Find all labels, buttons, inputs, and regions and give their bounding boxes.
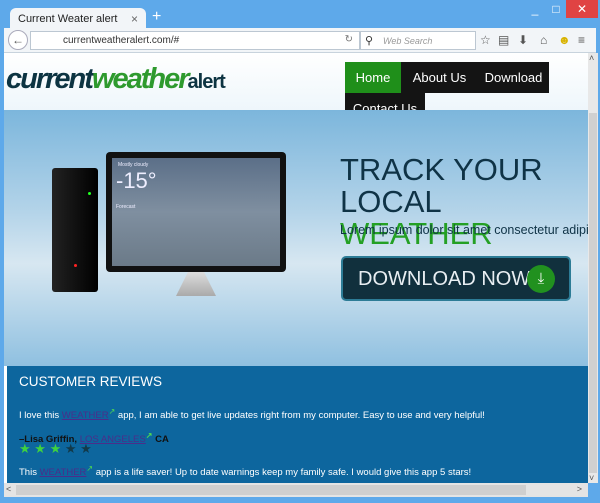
star-icon: ★ [64,441,81,456]
customer-reviews: CUSTOMER REVIEWS I love this WEATHER↗ ap… [7,366,588,483]
horizontal-scrollbar[interactable]: < > [4,483,588,497]
home-icon[interactable]: ⌂ [540,33,547,47]
pc-tower-image [52,168,98,292]
url-bar[interactable]: currentweatheralert.com/# ↻ [30,31,360,50]
nav-home[interactable]: Home [345,62,401,93]
download-icon: ⤓ [527,265,555,293]
review-text: app is a life saver! Up to date warnings… [93,467,472,479]
nav-download[interactable]: Download [478,62,549,93]
download-now-button[interactable]: DOWNLOAD NOW ⤓ [341,256,571,301]
bookmark-star-icon[interactable]: ☆ [480,33,491,47]
weather-widget-screenshot: Mostly cloudy -15° Forecast [112,158,280,266]
logo-part: alert [187,71,226,93]
headline-line1: TRACK YOUR [340,152,543,187]
monitor-stand [176,272,216,296]
site-header: currentweatheralert Home About Us Downlo… [4,53,588,124]
review-text: This [19,467,40,479]
menu-icon[interactable]: ≡ [578,33,585,47]
close-tab-icon[interactable]: × [131,12,138,26]
review-2: This WEATHER↗ app is a life saver! Up to… [19,463,471,479]
reload-icon[interactable]: ↻ [345,34,353,45]
search-icon: ⚲ [365,35,374,47]
search-placeholder: Web Search [383,36,433,46]
back-button[interactable]: ← [8,30,28,50]
vertical-scrollbar[interactable]: ˄ ˅ [588,53,598,483]
hero-subtext: Lorem ipsum dolor sit amet consectetur a… [340,223,588,237]
new-tab-button[interactable]: + [152,8,161,26]
site-logo[interactable]: currentweatheralert [6,63,226,96]
close-window-button[interactable]: ✕ [566,0,598,18]
widget-temp: -15° [116,168,157,193]
tab-title: Current Weater alert [18,13,118,25]
logo-part: weather [91,63,190,95]
page-content: currentweatheralert Home About Us Downlo… [4,53,588,483]
monitor-image: Mostly cloudy -15° Forecast [106,152,286,272]
star-icon: ★ [34,441,50,456]
search-input[interactable]: ⚲ Web Search [360,31,476,50]
author-location: CA [152,434,169,446]
star-icon: ★ [19,441,35,456]
url-text: currentweatheralert.com/# [63,35,180,46]
star-rating: ★ ★ ★ ★ ★ [19,442,92,455]
review-1: I love this WEATHER↗ app, I am able to g… [19,406,485,422]
nav-about-us[interactable]: About Us [401,62,478,93]
weather-link[interactable]: WEATHER [40,467,87,478]
star-icon: ★ [80,441,92,456]
navigation-toolbar: ← currentweatheralert.com/# ↻ ⚲ Web Searc… [4,28,596,53]
minimize-button[interactable]: _ [524,0,546,18]
review-text: app, I am able to get live updates right… [115,410,485,422]
reviews-title: CUSTOMER REVIEWS [19,374,163,389]
browser-tab[interactable]: Current Weater alert × [10,8,146,30]
maximize-button[interactable]: □ [546,0,566,18]
widget-forecast-label: Forecast [116,204,136,210]
headline-line2: LOCAL [340,184,441,219]
clipboard-icon[interactable]: ▤ [498,33,509,47]
review-text: I love this [19,410,62,422]
weather-link[interactable]: WEATHER [62,410,109,421]
star-icon: ★ [49,441,65,456]
logo-part: current [6,63,94,95]
hero-banner: Mostly cloudy -15° Forecast TRACK YOUR LO… [4,110,588,366]
smiley-addon-icon[interactable]: ☻ [558,33,571,47]
download-icon[interactable]: ⬇ [518,33,528,47]
download-label: DOWNLOAD NOW [358,268,531,290]
